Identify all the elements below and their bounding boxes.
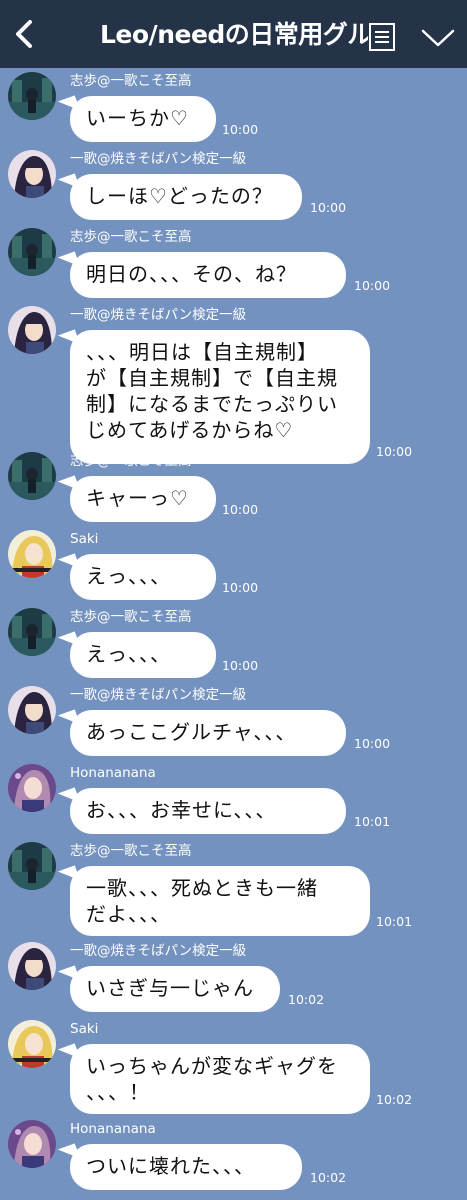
menu-icon[interactable] bbox=[368, 22, 396, 52]
avatar[interactable] bbox=[8, 306, 56, 354]
chat-message: 一歌@焼きそばパン検定一級しーほ♡どったの？ 10:00 bbox=[0, 150, 467, 222]
message-bubble[interactable]: あっここグルチャ、、、 bbox=[70, 710, 346, 756]
chat-title: Leo/needの日常用グル bbox=[100, 20, 368, 49]
message-bubble[interactable]: ついに壊れた、、、 bbox=[70, 1144, 302, 1190]
avatar[interactable] bbox=[8, 842, 56, 890]
sender-name: 志歩@一歌こそ至高 bbox=[70, 609, 192, 625]
message-bubble[interactable]: えっ、、、 bbox=[70, 632, 216, 678]
chat-message: 一歌@焼きそばパン検定一級、、、明日は【自主規制】 が【自主規制】で【自主規 制… bbox=[0, 306, 467, 466]
timestamp: 10:02 bbox=[376, 1092, 413, 1107]
sender-name: 一歌@焼きそばパン検定一級 bbox=[70, 943, 247, 959]
sender-name: 一歌@焼きそばパン検定一級 bbox=[70, 687, 247, 703]
message-bubble[interactable]: いさぎ与一じゃん bbox=[70, 966, 280, 1012]
message-bubble[interactable]: 明日の、、、その、ね？ bbox=[70, 252, 346, 298]
message-bubble[interactable]: 、、、明日は【自主規制】 が【自主規制】で【自主規 制】になるまでたっぷりい じ… bbox=[70, 330, 370, 464]
timestamp: 10:00 bbox=[354, 278, 391, 293]
avatar[interactable] bbox=[8, 150, 56, 198]
avatar[interactable] bbox=[8, 530, 56, 578]
avatar[interactable] bbox=[8, 228, 56, 276]
chat-message: Saki いっちゃんが変なギャグを 、、、！ 10:02 bbox=[0, 1020, 467, 1114]
message-bubble[interactable]: キャーっ♡ bbox=[70, 476, 216, 522]
timestamp: 10:00 bbox=[354, 736, 391, 751]
sender-name: Honananana bbox=[70, 1121, 156, 1137]
chat-message: Saki えっ、、、 10:00 bbox=[0, 530, 467, 602]
timestamp: 10:00 bbox=[222, 658, 259, 673]
avatar[interactable] bbox=[8, 942, 56, 990]
sender-name: Saki bbox=[70, 531, 99, 547]
timestamp: 10:00 bbox=[310, 200, 347, 215]
message-bubble[interactable]: しーほ♡どったの？ bbox=[70, 174, 302, 220]
sender-name: Saki bbox=[70, 1021, 99, 1037]
sender-name: 志歩@一歌こそ至高 bbox=[70, 229, 192, 245]
sender-name: Honananana bbox=[70, 765, 156, 781]
avatar[interactable] bbox=[8, 72, 56, 120]
chat-header: Leo/needの日常用グル bbox=[0, 0, 467, 68]
chevron-down-icon[interactable] bbox=[420, 28, 456, 48]
chat-message: 一歌@焼きそばパン検定一級いさぎ与一じゃん 10:02 bbox=[0, 942, 467, 1014]
avatar[interactable] bbox=[8, 764, 56, 812]
avatar[interactable] bbox=[8, 452, 56, 500]
timestamp: 10:00 bbox=[222, 122, 259, 137]
message-bubble[interactable]: お、、、お幸せに、、、 bbox=[70, 788, 346, 834]
chat-message: 志歩@一歌こそ至高いーちか♡ 10:00 bbox=[0, 72, 467, 144]
back-icon[interactable] bbox=[8, 16, 38, 52]
message-bubble[interactable]: えっ、、、 bbox=[70, 554, 216, 600]
message-bubble[interactable]: いーちか♡ bbox=[70, 96, 216, 142]
chat-message: 志歩@一歌こそ至高えっ、、、 10:00 bbox=[0, 608, 467, 680]
chat-message: Honananana ついに壊れた、、、 10:02 bbox=[0, 1120, 467, 1192]
timestamp: 10:01 bbox=[354, 814, 391, 829]
timestamp: 10:00 bbox=[222, 580, 259, 595]
sender-name: 一歌@焼きそばパン検定一級 bbox=[70, 307, 247, 323]
chat-message: Honananana お、、、お幸せに、、、 10:01 bbox=[0, 764, 467, 836]
avatar[interactable] bbox=[8, 1020, 56, 1068]
sender-name: 志歩@一歌こそ至高 bbox=[70, 73, 192, 89]
avatar[interactable] bbox=[8, 1120, 56, 1168]
timestamp: 10:00 bbox=[222, 502, 259, 517]
chat-message: 志歩@一歌こそ至高一歌、、、死ぬときも一緒 だよ、、、 10:01 bbox=[0, 842, 467, 936]
sender-name: 志歩@一歌こそ至高 bbox=[70, 453, 192, 469]
sender-name: 一歌@焼きそばパン検定一級 bbox=[70, 151, 247, 167]
chat-message: 志歩@一歌こそ至高キャーっ♡ 10:00 bbox=[0, 452, 467, 524]
timestamp: 10:02 bbox=[310, 1170, 347, 1185]
timestamp: 10:01 bbox=[376, 914, 413, 929]
chat-message: 志歩@一歌こそ至高明日の、、、その、ね？ 10:00 bbox=[0, 228, 467, 300]
chat-message: 一歌@焼きそばパン検定一級あっここグルチャ、、、 10:00 bbox=[0, 686, 467, 758]
avatar[interactable] bbox=[8, 608, 56, 656]
sender-name: 志歩@一歌こそ至高 bbox=[70, 843, 192, 859]
message-bubble[interactable]: いっちゃんが変なギャグを 、、、！ bbox=[70, 1044, 370, 1114]
avatar[interactable] bbox=[8, 686, 56, 734]
timestamp: 10:02 bbox=[288, 992, 325, 1007]
message-bubble[interactable]: 一歌、、、死ぬときも一緒 だよ、、、 bbox=[70, 866, 370, 936]
